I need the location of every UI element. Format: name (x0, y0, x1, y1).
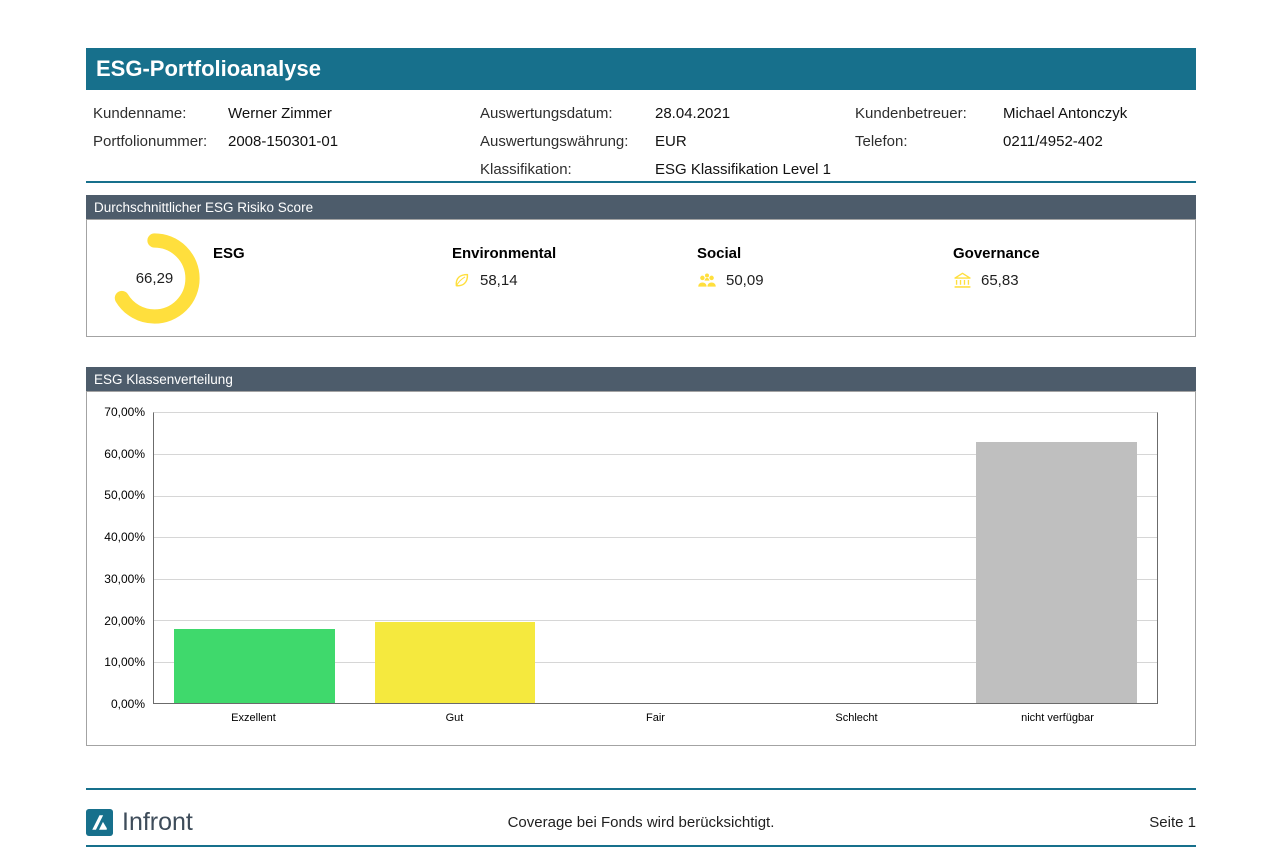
bar (375, 622, 535, 703)
metric-value: 65,83 (981, 272, 1019, 289)
bar (174, 629, 334, 703)
info-label: Klassifikation: (480, 161, 655, 178)
y-tick-label: 70,00% (87, 405, 145, 419)
divider (86, 181, 1196, 183)
metric-governance: Governance 65,83 (953, 220, 1040, 289)
metric-label: Environmental (452, 245, 556, 262)
section-title: ESG Klassenverteilung (94, 372, 233, 387)
info-label: Portfolionummer: (93, 133, 228, 150)
info-label: Telefon: (855, 133, 1003, 150)
leaf-icon (452, 271, 471, 290)
info-value: EUR (655, 133, 855, 150)
info-label: Kundenbetreuer: (855, 105, 1003, 122)
report-page: ESG-Portfolioanalyse Kundenname: Werner … (0, 0, 1284, 865)
infront-logo-icon (86, 809, 113, 836)
metric-environmental: Environmental 58,14 (452, 220, 697, 290)
esg-donut: 66,29 (107, 231, 202, 326)
info-label: Kundenname: (93, 105, 228, 122)
section-title: Durchschnittlicher ESG Risiko Score (94, 200, 313, 215)
people-icon (697, 271, 717, 289)
y-tick-label: 0,00% (87, 697, 145, 711)
esg-score-group: ESG (213, 220, 452, 263)
chart-bars (154, 413, 1157, 703)
bar (976, 442, 1136, 703)
info-value: 28.04.2021 (655, 105, 855, 122)
y-tick-label: 60,00% (87, 447, 145, 461)
x-category-label: Exzellent (153, 712, 354, 724)
metric-value: 50,09 (726, 272, 764, 289)
y-tick-label: 10,00% (87, 655, 145, 669)
esg-label: ESG (213, 245, 245, 262)
infront-logo-text: Infront (122, 808, 193, 837)
info-value: ESG Klassifikation Level 1 (655, 161, 855, 178)
bar-slot (355, 413, 556, 703)
report-title-bar: ESG-Portfolioanalyse (86, 48, 1196, 90)
metric-label: Social (697, 245, 741, 262)
info-label: Auswertungsdatum: (480, 105, 655, 122)
x-category-label: Schlecht (756, 712, 957, 724)
portfolio-info: Kundenname: Werner Zimmer Auswertungsdat… (86, 99, 1196, 183)
metric-social: Social 50,09 (697, 220, 953, 289)
bar-slot (154, 413, 355, 703)
bar-slot (756, 413, 957, 703)
chart-plot (153, 412, 1158, 704)
page-title: ESG-Portfolioanalyse (86, 56, 321, 82)
metric-value: 58,14 (480, 272, 518, 289)
y-tick-label: 50,00% (87, 488, 145, 502)
bar-slot (956, 413, 1157, 703)
info-value: 2008-150301-01 (228, 133, 480, 150)
y-tick-label: 20,00% (87, 614, 145, 628)
x-category-label: Fair (555, 712, 756, 724)
x-axis-labels: ExzellentGutFairSchlechtnicht verfügbar (153, 712, 1158, 724)
infront-logo: Infront (86, 808, 193, 837)
x-category-label: nicht verfügbar (957, 712, 1158, 724)
esg-score-value: 66,29 (107, 231, 202, 326)
divider (86, 845, 1196, 847)
info-value: Werner Zimmer (228, 105, 480, 122)
info-value: 0211/4952-402 (1003, 133, 1196, 150)
metric-label: Governance (953, 245, 1040, 262)
footer-note: Coverage bei Fonds wird berücksichtigt. (86, 814, 1196, 831)
page-number: Seite 1 (1149, 814, 1196, 831)
footer: Infront Coverage bei Fonds wird berücksi… (86, 799, 1196, 845)
y-axis-labels: 0,00%10,00%20,00%30,00%40,00%50,00%60,00… (87, 412, 145, 704)
esg-score-panel: 66,29 ESG Environmental 58,14 Social (86, 219, 1196, 337)
info-label: Auswertungswährung: (480, 133, 655, 150)
info-value: Michael Antonczyk (1003, 105, 1196, 122)
x-category-label: Gut (354, 712, 555, 724)
y-tick-label: 30,00% (87, 572, 145, 586)
bank-icon (953, 271, 972, 289)
esg-class-chart-panel: 0,00% 10,00% 20,00% 30,00% 40,00% 50,00% 60,00… (86, 391, 1196, 746)
y-tick-label: 40,00% (87, 530, 145, 544)
divider (86, 788, 1196, 790)
section-header-esg-score: Durchschnittlicher ESG Risiko Score (86, 195, 1196, 219)
bar-slot (555, 413, 756, 703)
section-header-esg-classes: ESG Klassenverteilung (86, 367, 1196, 391)
